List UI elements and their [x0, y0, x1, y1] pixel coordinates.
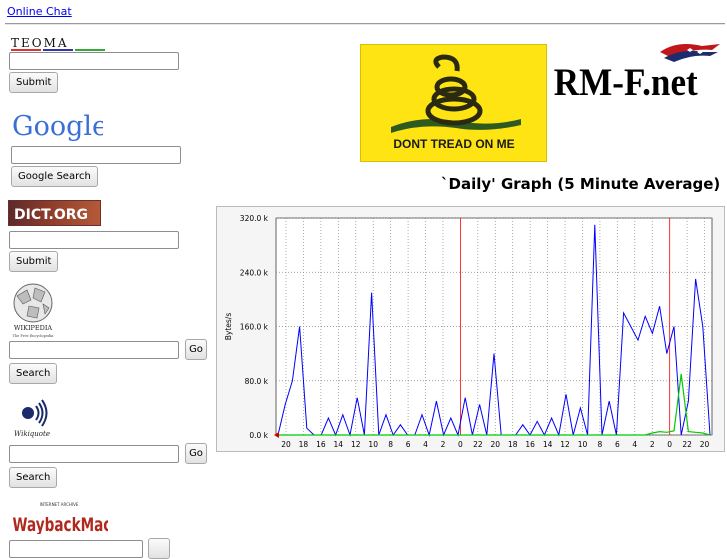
- x-tick-label: 0: [458, 440, 463, 449]
- dict-org-logo: DICT.ORG: [8, 200, 101, 226]
- x-tick-label: 2: [650, 440, 655, 449]
- x-tick-label: 20: [491, 440, 501, 449]
- x-tick-label: 22: [473, 440, 483, 449]
- x-tick-label: 2: [441, 440, 446, 449]
- traffic-graph: 320.0 k 240.0 k 160.0 k 80.0 k 0.0 k Bytes/s 2…: [224, 214, 713, 449]
- wikipedia-search-input[interactable]: [9, 341, 179, 359]
- x-tick-label: 22: [682, 440, 692, 449]
- y-tick-label: 0.0 k: [249, 431, 268, 440]
- x-tick-label: 6: [615, 440, 620, 449]
- x-tick-label: 6: [406, 440, 411, 449]
- x-tick-label: 4: [632, 440, 637, 449]
- x-tick-label: 12: [351, 440, 361, 449]
- x-tick-label: 4: [423, 440, 428, 449]
- x-tick-label: 16: [316, 440, 326, 449]
- graph-title: `Daily' Graph (5 Minute Average): [441, 175, 721, 193]
- teoma-submit-button[interactable]: Submit: [9, 72, 59, 93]
- google-search-button[interactable]: Google Search: [11, 166, 98, 187]
- coiled-snake-icon: DONT TREAD ON ME: [391, 54, 521, 151]
- x-tick-label: 8: [388, 440, 393, 449]
- y-tick-label: 80.0 k: [245, 377, 269, 386]
- x-tick-label: 10: [578, 440, 588, 449]
- wikiquote-search-input[interactable]: [9, 445, 179, 463]
- x-tick-label: 12: [560, 440, 570, 449]
- wikiquote-go-button[interactable]: Go: [185, 443, 207, 464]
- y-tick-label: 320.0 k: [240, 214, 269, 223]
- svg-text:Wikiquote: Wikiquote: [14, 430, 50, 438]
- x-tick-label: 14: [334, 440, 344, 449]
- svg-text:WIKIPEDIA: WIKIPEDIA: [14, 324, 53, 332]
- google-search-input[interactable]: [11, 146, 181, 164]
- plot-area: [275, 217, 713, 436]
- x-tick-label: 18: [299, 440, 309, 449]
- google-logo: Google: [11, 107, 108, 142]
- svg-text:DICT.ORG: DICT.ORG: [14, 207, 88, 223]
- x-tick-label: 8: [598, 440, 603, 449]
- wikipedia-globe-icon: WIKIPEDIA The Free Encyclopedia: [13, 283, 54, 338]
- dict-search-input[interactable]: [9, 231, 179, 249]
- y-axis-label: Bytes/s: [224, 313, 233, 341]
- svg-text:The Free Encyclopedia: The Free Encyclopedia: [13, 334, 54, 338]
- svg-text:Google: Google: [12, 111, 103, 141]
- wikiquote-logo: Wikiquote: [12, 398, 54, 440]
- y-tick-label: 160.0 k: [240, 323, 269, 332]
- dict-submit-button[interactable]: Submit: [9, 251, 59, 272]
- y-tick-label: 240.0 k: [240, 268, 269, 277]
- teoma-search-input[interactable]: [9, 52, 179, 70]
- x-tick-label: 10: [368, 440, 378, 449]
- top-divider: [5, 23, 725, 25]
- svg-text:WaybackMachine: WaybackMachine: [13, 514, 108, 534]
- x-tick-label: 20: [700, 440, 710, 449]
- wikipedia-search-button[interactable]: Search: [9, 363, 58, 384]
- rmf-net-logo: RM-F.net: [552, 40, 722, 104]
- wikipedia-go-button[interactable]: Go: [185, 339, 207, 360]
- x-tick-label: 18: [508, 440, 518, 449]
- wayback-url-input[interactable]: [9, 540, 143, 558]
- gadsden-flag-image: DONT TREAD ON ME: [360, 44, 547, 162]
- x-tick-label: 16: [525, 440, 535, 449]
- svg-text:RM-F.net: RM-F.net: [554, 61, 699, 102]
- online-chat-link[interactable]: Online Chat: [7, 5, 72, 18]
- svg-text:INTERNET ARCHIVE: INTERNET ARCHIVE: [40, 502, 79, 507]
- teoma-logo: TEOMA: [9, 35, 115, 52]
- wayback-machine-logo: INTERNET ARCHIVE WaybackMachine: [10, 501, 145, 535]
- traffic-graph-frame: 320.0 k 240.0 k 160.0 k 80.0 k 0.0 k Bytes/s 2…: [216, 206, 725, 452]
- x-tick-label: 0: [667, 440, 672, 449]
- wikiquote-search-button[interactable]: Search: [9, 467, 58, 488]
- svg-text:DONT TREAD ON ME: DONT TREAD ON ME: [393, 137, 514, 151]
- wikiquote-sound-icon: Wikiquote: [14, 399, 50, 438]
- wikipedia-logo: WIKIPEDIA The Free Encyclopedia: [9, 282, 59, 340]
- x-tick-label: 14: [543, 440, 553, 449]
- x-tick-label: 20: [281, 440, 291, 449]
- svg-text:TEOMA: TEOMA: [11, 36, 69, 50]
- wayback-go-button[interactable]: [148, 538, 170, 559]
